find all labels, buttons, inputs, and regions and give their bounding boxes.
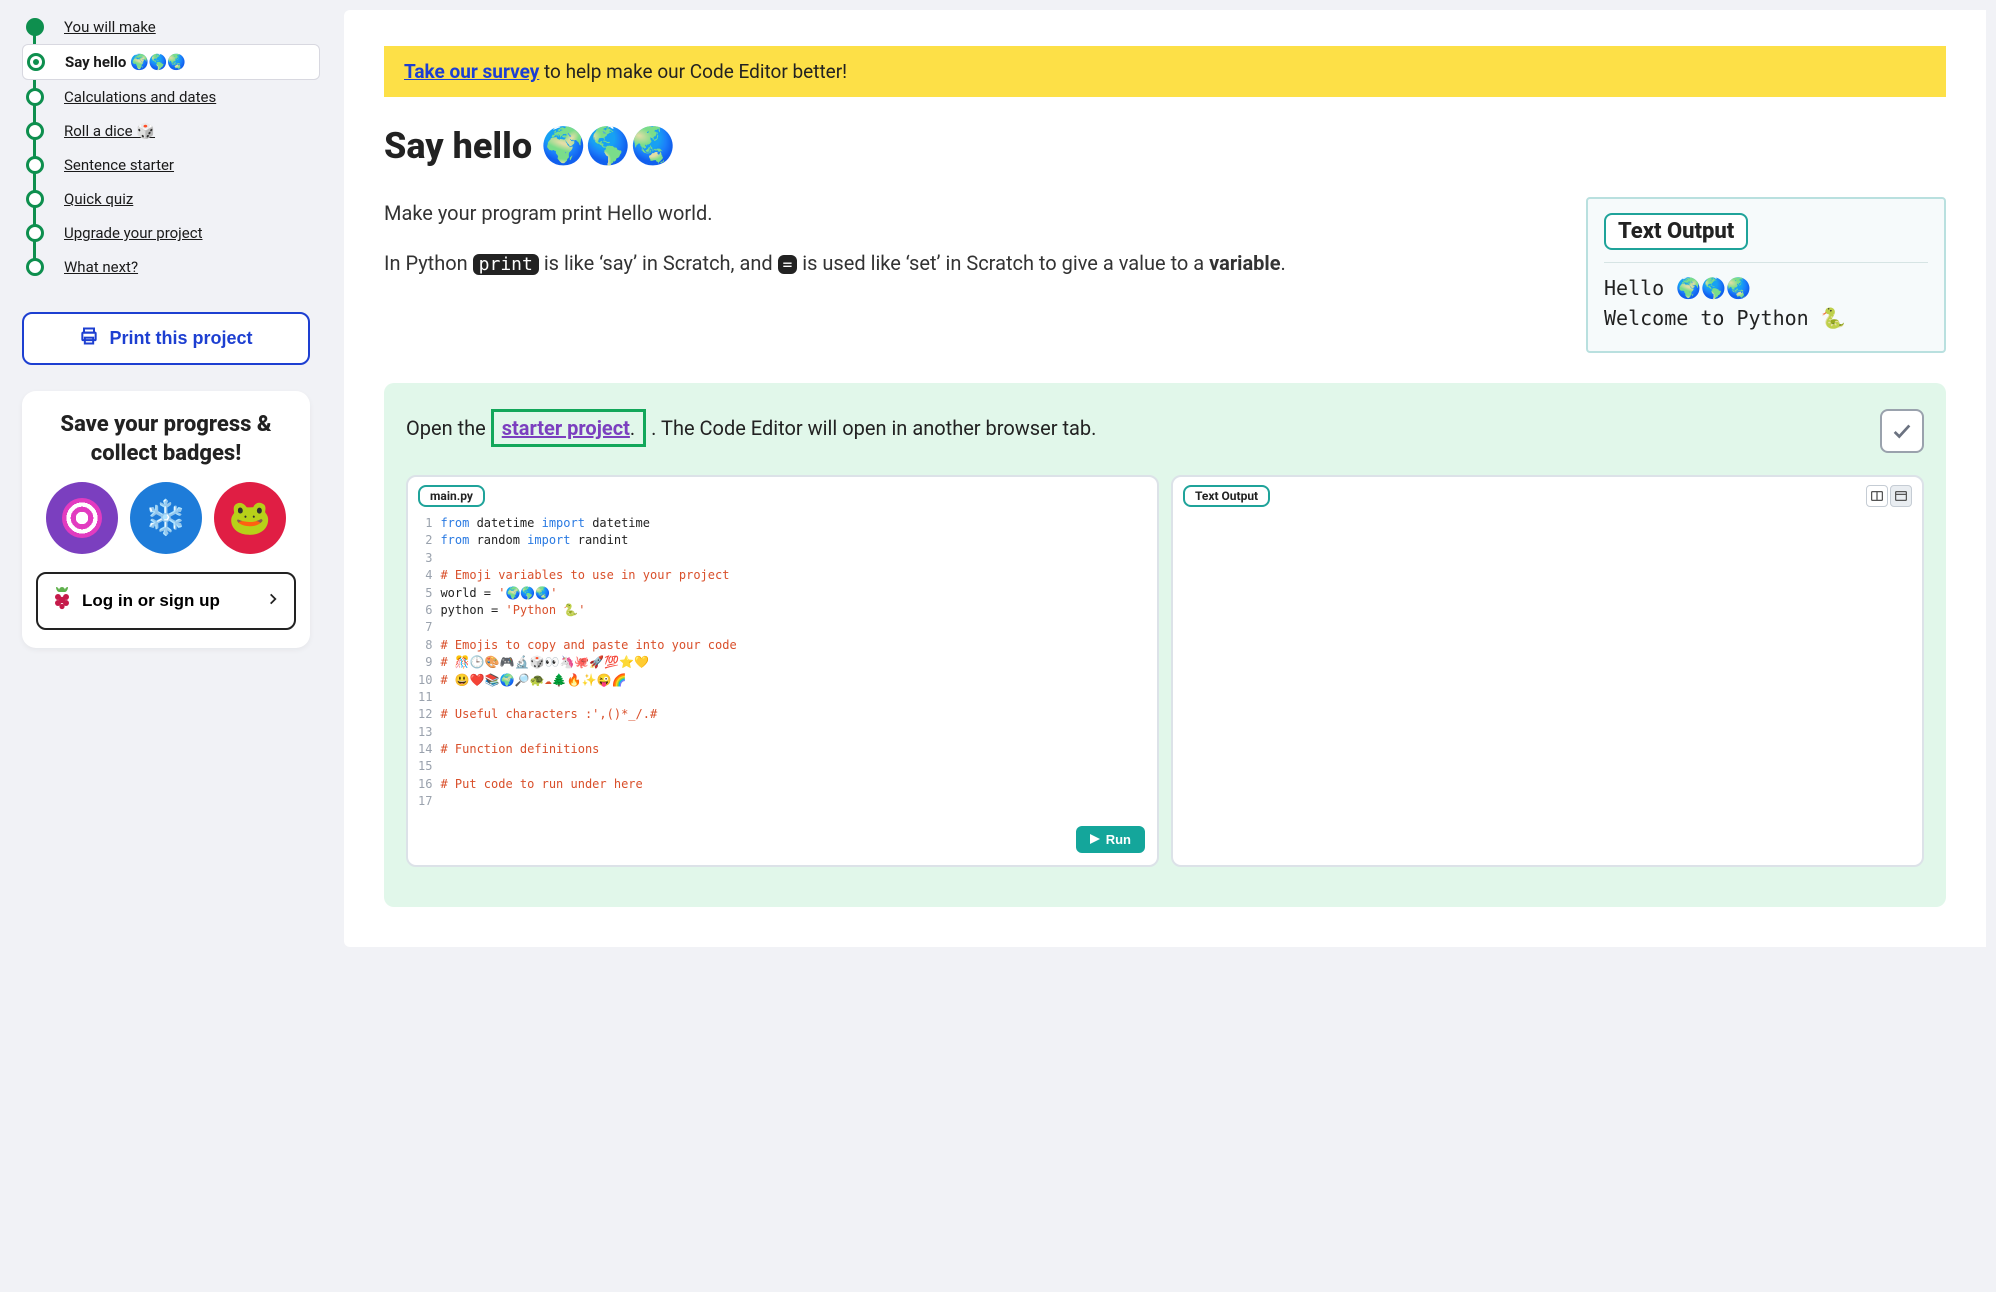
step-progress-dot-icon	[26, 88, 44, 106]
print-label: Print this project	[109, 328, 252, 349]
text-output-tag: Text Output	[1604, 213, 1748, 250]
step-link[interactable]: What next?	[64, 258, 138, 276]
chevron-right-icon	[266, 591, 280, 611]
print-icon	[79, 326, 99, 351]
code-chip-equals: =	[778, 255, 798, 274]
step-link[interactable]: Upgrade your project	[64, 224, 203, 242]
layout-tabs-icon[interactable]	[1890, 485, 1912, 507]
step-link[interactable]: Sentence starter	[64, 156, 174, 174]
layout-split-icon[interactable]	[1866, 485, 1888, 507]
sidebar-step[interactable]: Calculations and dates	[22, 80, 320, 114]
badge-target-icon	[46, 482, 118, 554]
badge-row: ❄️ 🐸	[36, 482, 296, 554]
step-progress-dot-icon	[26, 190, 44, 208]
step-link[interactable]: Calculations and dates	[64, 88, 216, 106]
step-progress-dot-icon	[26, 18, 44, 36]
example-output-text: Hello 🌍🌎🌏 Welcome to Python 🐍	[1604, 262, 1928, 333]
code-file-tab[interactable]: main.py	[418, 485, 485, 507]
login-signup-button[interactable]: Log in or sign up	[36, 572, 296, 630]
example-output-card: Text Output Hello 🌍🌎🌏 Welcome to Python …	[1586, 197, 1946, 353]
sidebar-step[interactable]: Roll a dice 🎲	[22, 114, 320, 148]
main-content: Take our survey to help make our Code Ed…	[344, 10, 1986, 947]
progress-card: Save your progress & collect badges! ❄️ …	[22, 391, 310, 648]
progress-heading: Save your progress & collect badges!	[36, 411, 296, 468]
sidebar-step[interactable]: Say hello 🌍🌎🌏	[22, 44, 320, 80]
survey-link[interactable]: Take our survey	[404, 60, 539, 83]
intro-text: Make your program print Hello world. In …	[384, 197, 1556, 298]
task-instruction: Open the starter project. . The Code Edi…	[406, 409, 1860, 447]
intro-p2: In Python print is like ‘say’ in Scratch…	[384, 247, 1556, 280]
step-progress-dot-icon	[26, 258, 44, 276]
intro-p1: Make your program print Hello world.	[384, 197, 1556, 229]
sidebar-step[interactable]: Sentence starter	[22, 148, 320, 182]
page-title: Say hello 🌍🌎🌏	[384, 125, 1946, 167]
step-progress-dot-icon	[26, 156, 44, 174]
badge-snowflake-icon: ❄️	[130, 482, 202, 554]
sidebar: You will make Say hello 🌍🌎🌏 Calculations a…	[10, 10, 320, 648]
task-done-checkbox[interactable]	[1880, 409, 1924, 453]
raspberry-pi-icon	[52, 586, 72, 616]
sidebar-step[interactable]: You will make	[22, 10, 320, 44]
step-progress-dot-icon	[26, 224, 44, 242]
login-label: Log in or sign up	[82, 591, 220, 611]
output-tab[interactable]: Text Output	[1183, 485, 1270, 507]
badge-frog-icon: 🐸	[214, 482, 286, 554]
output-pane: Text Output	[1171, 475, 1924, 867]
line-number-gutter: 1234567891011121314151617	[418, 515, 440, 811]
sidebar-step[interactable]: Upgrade your project	[22, 216, 320, 250]
step-link[interactable]: Roll a dice 🎲	[64, 122, 155, 140]
step-link[interactable]: Quick quiz	[64, 190, 133, 208]
step-link[interactable]: You will make	[64, 18, 156, 36]
step-link[interactable]: Say hello 🌍🌎🌏	[65, 53, 186, 71]
step-progress-dot-icon	[26, 122, 44, 140]
survey-banner: Take our survey to help make our Code Ed…	[384, 46, 1946, 97]
code-lines[interactable]: from datetime import datetime from rando…	[440, 515, 1147, 811]
print-project-button[interactable]: Print this project	[22, 312, 310, 365]
code-editor-pane: main.py 1234567891011121314151617 from d…	[406, 475, 1159, 867]
step-progress-dot-icon	[27, 53, 45, 71]
step-list: You will make Say hello 🌍🌎🌏 Calculations a…	[22, 10, 320, 284]
code-chip-print: print	[473, 254, 539, 275]
sidebar-step[interactable]: What next?	[22, 250, 320, 284]
survey-rest: to help make our Code Editor better!	[539, 60, 847, 83]
run-button[interactable]: Run	[1076, 826, 1145, 853]
task-card: Open the starter project. . The Code Edi…	[384, 383, 1946, 907]
sidebar-step[interactable]: Quick quiz	[22, 182, 320, 216]
starter-project-link[interactable]: starter project	[502, 416, 630, 440]
